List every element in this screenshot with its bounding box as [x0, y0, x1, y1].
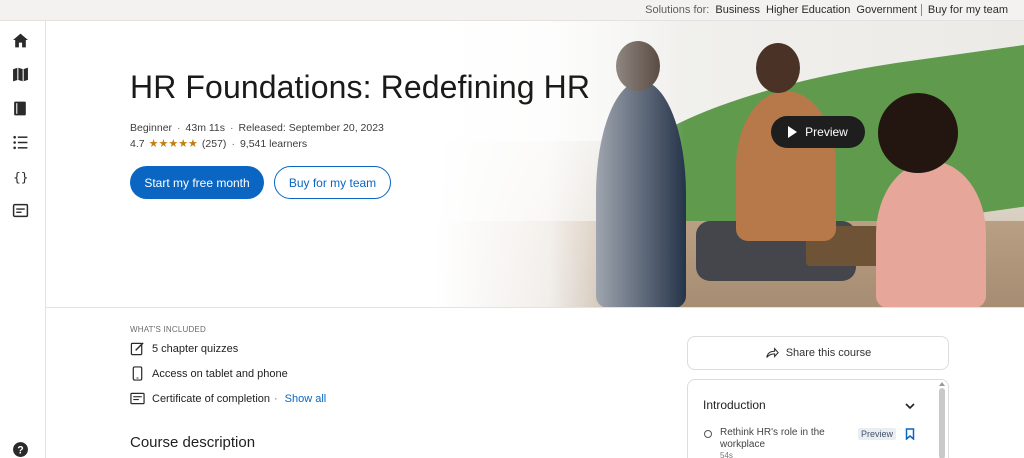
- list-icon[interactable]: [11, 133, 29, 151]
- learner-count: 9,541 learners: [239, 137, 308, 150]
- quiz-icon: [130, 342, 144, 356]
- included-item-label: Access on tablet and phone: [152, 367, 288, 380]
- course-level: Beginner: [130, 122, 173, 134]
- map-icon[interactable]: [11, 65, 29, 83]
- solutions-label: Solutions for:: [645, 4, 710, 16]
- included-item-label: Certificate of completion: [152, 392, 270, 405]
- hero-photo: [436, 21, 1024, 307]
- code-icon[interactable]: {}: [11, 167, 29, 185]
- help-icon[interactable]: ?: [11, 440, 29, 458]
- left-nav-rail: {} ?: [0, 21, 46, 458]
- course-release-date: Released: September 20, 2023: [238, 122, 384, 134]
- bookmark-icon[interactable]: [905, 428, 915, 440]
- included-item-label: 5 chapter quizzes: [152, 342, 239, 355]
- top-bar: Solutions for: Business Higher Education…: [0, 0, 1024, 21]
- course-meta: Beginner · 43m 11s · Released: September 20,…: [130, 122, 384, 134]
- certificate-icon[interactable]: [11, 201, 29, 219]
- toc-scrollbar[interactable]: [939, 388, 945, 458]
- topbar-buy-for-team-link[interactable]: Buy for my team: [928, 4, 1008, 16]
- star-rating-icon: ★★★★★: [148, 138, 198, 150]
- svg-text:{}: {}: [13, 170, 28, 185]
- share-label: Share this course: [785, 347, 872, 359]
- home-icon[interactable]: [11, 31, 29, 49]
- preview-button[interactable]: Preview: [771, 116, 865, 148]
- solutions-business-link[interactable]: Business: [715, 4, 760, 16]
- toc-video-duration: 54s: [720, 451, 733, 458]
- course-title: HR Foundations: Redefining HR: [130, 69, 591, 105]
- included-item-tablet: Access on tablet and phone: [130, 366, 288, 381]
- course-duration: 43m 11s: [185, 122, 226, 134]
- show-all-link[interactable]: Show all: [285, 393, 327, 405]
- chevron-down-icon[interactable]: [904, 400, 916, 412]
- svg-text:?: ?: [17, 444, 23, 456]
- video-status-icon: [704, 430, 712, 438]
- tablet-icon: [132, 366, 143, 381]
- toc-video-title[interactable]: Rethink HR's role in the workplace: [720, 427, 830, 451]
- library-icon[interactable]: [11, 99, 29, 117]
- course-contents-panel: Introduction Rethink HR's role in the wo…: [687, 379, 949, 458]
- solutions-government-link[interactable]: Government: [856, 4, 917, 16]
- included-item-quizzes: 5 chapter quizzes: [130, 341, 238, 356]
- toc-section-title[interactable]: Introduction: [703, 398, 766, 412]
- scroll-up-arrow[interactable]: [939, 382, 945, 386]
- whats-included-heading: WHAT'S INCLUDED: [130, 325, 206, 334]
- play-icon: [788, 126, 798, 138]
- course-rating-row: 4.7 ★★★★★ (257) · 9,541 learners: [130, 137, 308, 151]
- course-description-heading: Course description: [130, 434, 256, 451]
- topbar-divider: [920, 4, 922, 16]
- course-hero: HR Foundations: Redefining HR Beginner · 4…: [46, 21, 1024, 308]
- preview-label: Preview: [805, 125, 848, 139]
- rating-value: 4.7: [130, 137, 145, 150]
- preview-badge: Preview: [858, 428, 897, 440]
- included-item-certificate: Certificate of completion · Show all: [130, 391, 326, 406]
- share-icon: [765, 347, 779, 358]
- start-free-month-button[interactable]: Start my free month: [130, 166, 264, 199]
- buy-for-team-button[interactable]: Buy for my team: [274, 166, 391, 199]
- certificate-icon: [130, 392, 145, 405]
- solutions-higher-education-link[interactable]: Higher Education: [766, 4, 850, 16]
- share-course-button[interactable]: Share this course: [687, 336, 949, 370]
- review-count[interactable]: (257): [202, 138, 227, 150]
